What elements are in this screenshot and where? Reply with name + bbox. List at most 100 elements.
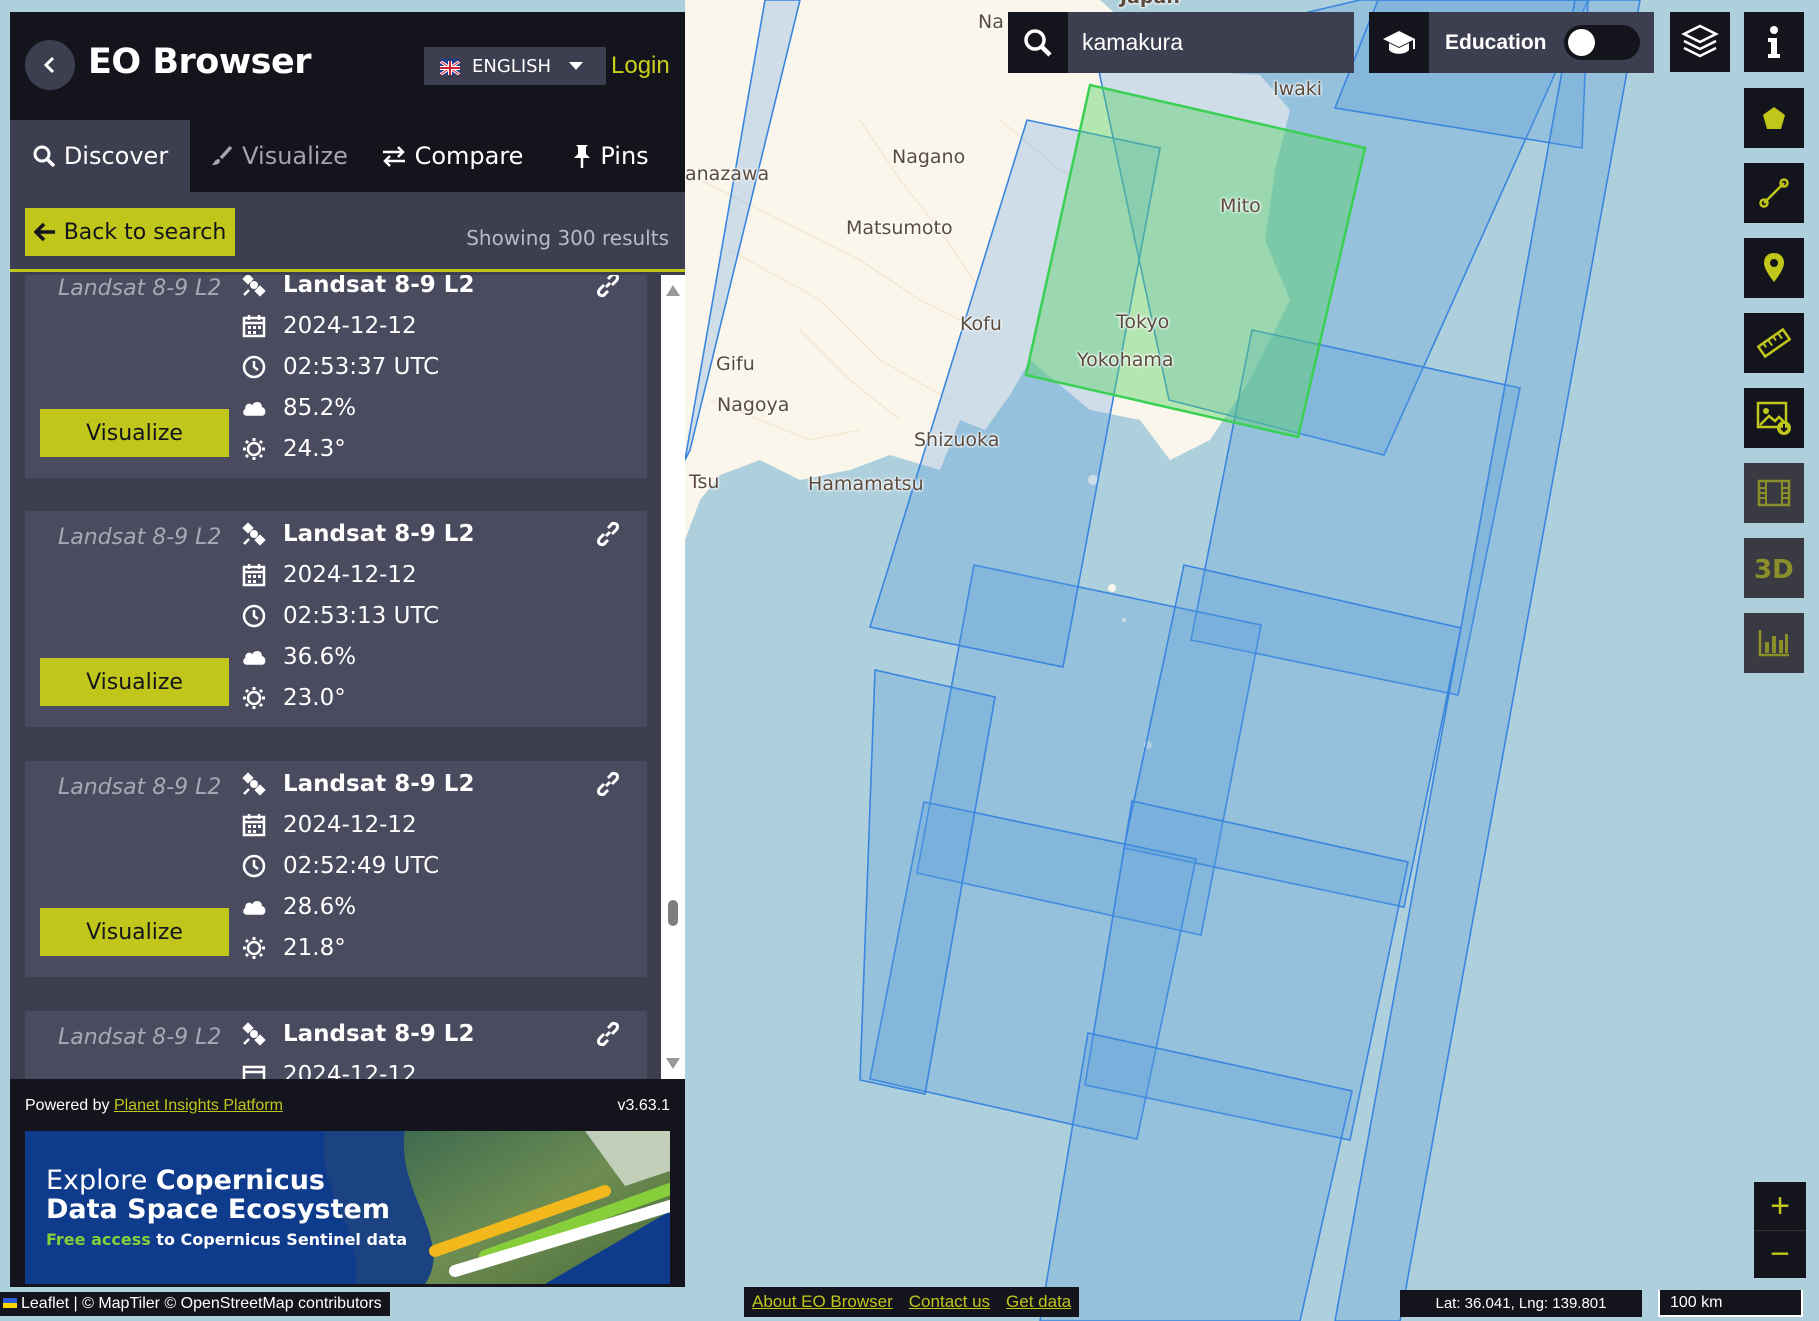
language-select[interactable]: ENGLISH: [424, 47, 606, 85]
map-attribution: Leaflet | © MapTiler © OpenStreetMap con…: [0, 1292, 390, 1316]
city-label: Kofu: [960, 313, 1002, 335]
copernicus-banner[interactable]: Explore Copernicus Data Space Ecosystem …: [25, 1131, 670, 1284]
graduation-cap-icon: [1369, 12, 1429, 73]
caret-down-icon: [569, 62, 584, 70]
result-cloud-text: 28.6%: [283, 894, 357, 920]
result-time-text: 02:53:13 UTC: [283, 603, 440, 629]
tab-compare[interactable]: Compare: [368, 120, 536, 192]
measure-button[interactable]: [1744, 313, 1804, 373]
zoom-in-button[interactable]: +: [1754, 1182, 1806, 1230]
result-card[interactable]: Landsat 8-9 L2 Landsat 8-9 L2 2024-12-12: [25, 1011, 647, 1079]
result-card[interactable]: Landsat 8-9 L2 Landsat 8-9 L2 2024-12-12…: [25, 761, 647, 977]
statistics-button[interactable]: [1744, 613, 1804, 673]
layers-button[interactable]: [1670, 12, 1730, 72]
result-sun-angle: 24.3°: [241, 436, 346, 462]
cloud-icon: [241, 395, 267, 421]
draw-line-button[interactable]: [1744, 163, 1804, 223]
scroll-down-arrow-icon[interactable]: [666, 1058, 680, 1069]
satellite-icon: [241, 521, 267, 547]
tab-visualize[interactable]: Visualize: [190, 120, 368, 192]
draw-polygon-button[interactable]: [1744, 88, 1804, 148]
3d-icon: 3D: [1754, 555, 1794, 583]
contact-link[interactable]: Contact us: [909, 1292, 990, 1312]
place-marker-button[interactable]: [1744, 238, 1804, 298]
result-time-text: 02:53:37 UTC: [283, 354, 440, 380]
zoom-control: + −: [1754, 1182, 1806, 1278]
link-icon[interactable]: [595, 521, 621, 552]
results-count: Showing 300 results: [466, 226, 669, 250]
zoom-out-button[interactable]: −: [1754, 1230, 1806, 1278]
dataset-thumbnail-label: Landsat 8-9 L2: [58, 775, 222, 800]
info-button[interactable]: [1744, 12, 1804, 72]
tab-pins[interactable]: Pins: [536, 120, 685, 192]
about-link[interactable]: About EO Browser: [752, 1292, 893, 1312]
city-label: Nagoya: [717, 394, 790, 416]
back-to-search-button[interactable]: Back to search: [25, 208, 235, 256]
location-pin-icon: [1764, 253, 1784, 282]
search-input[interactable]: [1068, 29, 1338, 56]
result-date: 2024-12-12: [241, 313, 417, 339]
visualize-button[interactable]: Visualize: [40, 658, 229, 706]
link-icon[interactable]: [595, 275, 621, 303]
get-data-link[interactable]: Get data: [1006, 1292, 1071, 1312]
app-title: EO Browser: [88, 42, 312, 82]
login-link[interactable]: Login: [611, 52, 670, 80]
result-title: Landsat 8-9 L2: [241, 275, 474, 298]
result-title: Landsat 8-9 L2: [241, 771, 474, 797]
satellite-icon: [241, 1021, 267, 1047]
pin-icon: [574, 145, 591, 168]
chart-icon: [1758, 630, 1789, 657]
info-icon: [1768, 26, 1780, 58]
location-search: [1008, 12, 1354, 73]
3d-button[interactable]: 3D: [1744, 538, 1804, 598]
result-title-text: Landsat 8-9 L2: [283, 771, 475, 797]
dataset-thumbnail-label: Landsat 8-9 L2: [58, 525, 222, 550]
satellite-icon: [241, 275, 267, 298]
result-card[interactable]: Landsat 8-9 L2 Landsat 8-9 L2 2024-12-12…: [25, 275, 647, 478]
image-download-icon: [1756, 401, 1791, 435]
results-list[interactable]: Landsat 8-9 L2 Landsat 8-9 L2 2024-12-12…: [10, 275, 661, 1079]
result-cloud-text: 36.6%: [283, 644, 357, 670]
calendar-icon: [241, 313, 267, 339]
image-download-button[interactable]: [1744, 388, 1804, 448]
results-toolbar: Back to search Showing 300 results: [10, 192, 685, 272]
side-panel: EO Browser ENGLISH Login Discover Visual…: [10, 12, 685, 1287]
result-card[interactable]: Landsat 8-9 L2 Landsat 8-9 L2 2024-12-12…: [25, 511, 647, 727]
result-title-text: Landsat 8-9 L2: [283, 521, 475, 547]
scroll-up-arrow-icon[interactable]: [666, 285, 680, 296]
city-label: Iwaki: [1273, 78, 1323, 100]
visualize-button[interactable]: Visualize: [40, 908, 229, 956]
ukraine-flag-icon: [3, 1298, 17, 1308]
results-scrollbar[interactable]: [661, 275, 685, 1079]
city-label: Na: [978, 11, 1004, 33]
link-icon[interactable]: [595, 771, 621, 802]
result-cloud-text: 85.2%: [283, 395, 357, 421]
education-toggle[interactable]: [1564, 25, 1640, 60]
leaflet-link[interactable]: Leaflet: [21, 1295, 69, 1312]
cloud-icon: [241, 894, 267, 920]
collapse-panel-button[interactable]: [25, 40, 75, 90]
polygon-icon: [1763, 107, 1785, 129]
search-icon[interactable]: [1008, 12, 1068, 73]
clock-icon: [241, 603, 267, 629]
tab-discover[interactable]: Discover: [10, 120, 190, 192]
result-sun-text: 23.0°: [283, 685, 346, 711]
arrow-left-icon: [33, 222, 55, 242]
result-date-text: 2024-12-12: [283, 313, 417, 339]
result-time-text: 02:52:49 UTC: [283, 853, 440, 879]
line-icon: [1759, 178, 1789, 208]
result-sun-angle: 23.0°: [241, 685, 346, 711]
cursor-coordinates: Lat: 36.041, Lng: 139.801: [1400, 1290, 1642, 1317]
link-icon[interactable]: [595, 1021, 621, 1052]
visualize-button[interactable]: Visualize: [40, 409, 229, 457]
timelapse-button[interactable]: [1744, 463, 1804, 523]
city-label: Hamamatsu: [808, 473, 924, 495]
city-label: Mito: [1220, 195, 1261, 217]
uk-flag-icon: [439, 59, 461, 77]
scroll-thumb[interactable]: [668, 900, 678, 927]
island: [1108, 584, 1116, 592]
layers-icon: [1681, 24, 1719, 58]
tab-label: Compare: [414, 142, 524, 170]
result-sun-angle: 21.8°: [241, 935, 346, 961]
platform-link[interactable]: Planet Insights Platform: [114, 1097, 283, 1114]
